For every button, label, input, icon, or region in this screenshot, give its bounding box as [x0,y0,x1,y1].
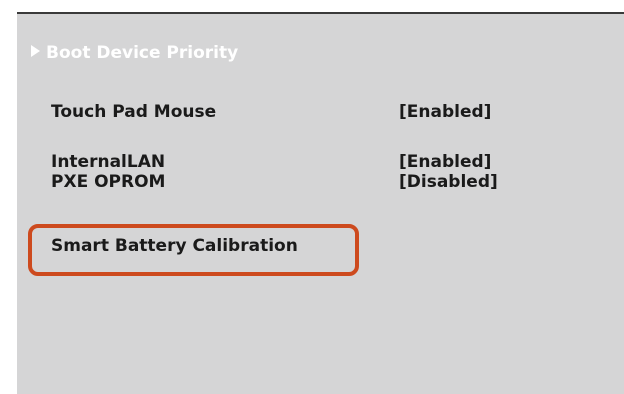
submenu-label: Boot Device Priority [46,43,239,63]
bios-settings-panel: Boot Device Priority Touch Pad Mouse [En… [17,12,624,394]
triangle-right-icon [31,45,40,57]
boot-device-priority-submenu[interactable]: Boot Device Priority [31,43,238,63]
touch-pad-mouse-label[interactable]: Touch Pad Mouse [51,102,216,122]
internal-lan-value[interactable]: [Enabled] [399,152,491,172]
highlight-annotation-box [28,224,359,276]
pxe-oprom-value[interactable]: [Disabled] [399,172,498,192]
internal-lan-label[interactable]: InternalLAN [51,152,165,172]
pxe-oprom-label[interactable]: PXE OPROM [51,172,165,192]
touch-pad-mouse-value[interactable]: [Enabled] [399,102,491,122]
